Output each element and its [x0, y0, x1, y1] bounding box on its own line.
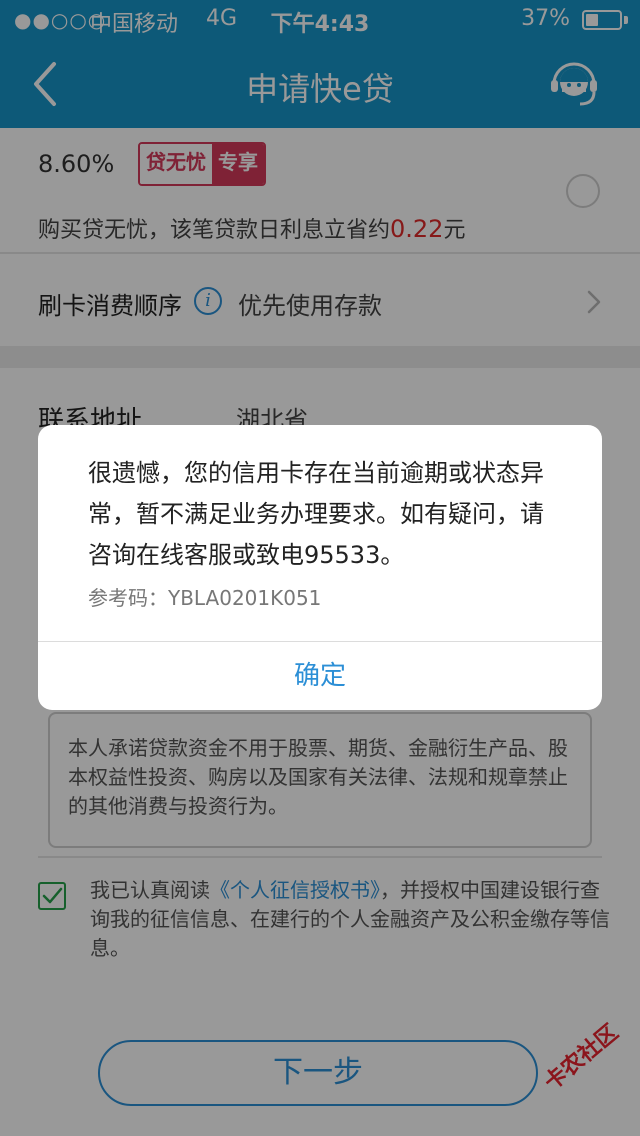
- alert-dialog: 很遗憾，您的信用卡存在当前逾期或状态异常，暂不满足业务办理要求。如有疑问，请咨询…: [38, 425, 602, 710]
- dialog-ok-button[interactable]: 确定: [38, 642, 602, 710]
- dialog-message: 很遗憾，您的信用卡存在当前逾期或状态异常，暂不满足业务办理要求。如有疑问，请咨询…: [88, 459, 544, 569]
- dialog-ref-code: 参考码：YBLA0201K051: [88, 586, 322, 610]
